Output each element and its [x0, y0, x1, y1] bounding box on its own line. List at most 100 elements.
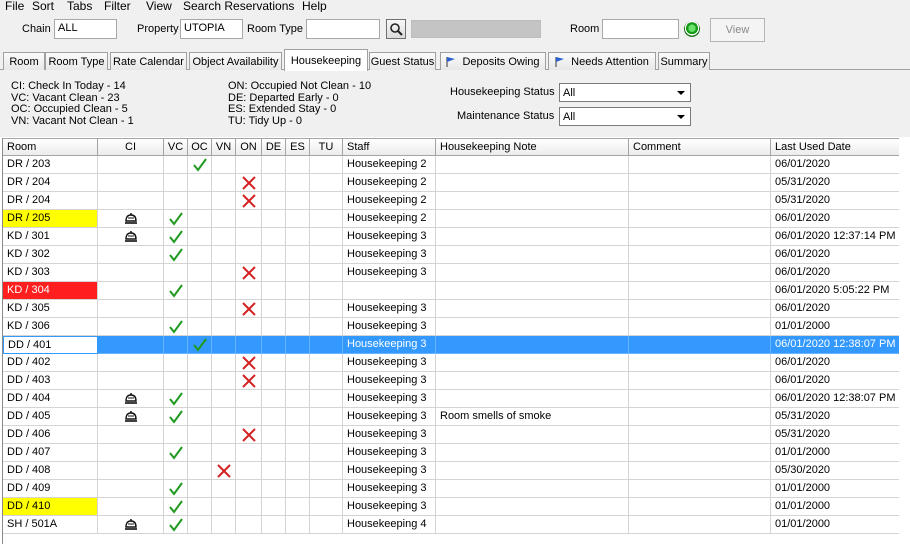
- chain-field[interactable]: ALL: [54, 19, 117, 39]
- search-icon: [390, 23, 403, 36]
- es-cell: [286, 372, 310, 390]
- tab-housekeeping[interactable]: Housekeeping: [284, 49, 368, 71]
- housekeeping-status-label: Housekeeping Status: [450, 86, 555, 98]
- oc-cell: [188, 174, 212, 192]
- table-row[interactable]: DD / 407 Housekeeping 3 01/01/2000: [3, 444, 899, 462]
- vn-cell: [212, 462, 236, 480]
- staff-cell: Housekeeping 3: [343, 480, 436, 498]
- room-cell: DR / 203: [3, 156, 98, 174]
- table-row[interactable]: SH / 501A Housekeeping 4 01/01/2000: [3, 516, 899, 534]
- column-header-vc[interactable]: VC: [164, 138, 188, 156]
- staff-cell: [343, 282, 436, 300]
- table-row[interactable]: DR / 205 Housekeeping 2 06/01/2020: [3, 210, 899, 228]
- es-cell: [286, 246, 310, 264]
- comment-cell: [629, 480, 771, 498]
- table-row[interactable]: KD / 303 Housekeeping 3 06/01/2020: [3, 264, 899, 282]
- tab-needs-attention[interactable]: Needs Attention: [548, 52, 656, 70]
- room-type-field[interactable]: [306, 19, 380, 39]
- tu-cell: [310, 390, 343, 408]
- ci-cell: [98, 264, 164, 282]
- table-row[interactable]: DD / 409 Housekeeping 3 01/01/2000: [3, 480, 899, 498]
- housekeeping-note-cell: [436, 444, 629, 462]
- menu-item-file[interactable]: File: [5, 0, 24, 12]
- tab-object-availability[interactable]: Object Availability: [189, 52, 282, 70]
- room-cell: KD / 303: [3, 264, 98, 282]
- staff-cell: Housekeeping 3: [343, 228, 436, 246]
- column-header-staff[interactable]: Staff: [343, 138, 436, 156]
- column-header-tu[interactable]: TU: [310, 138, 343, 156]
- table-row[interactable]: DD / 408 Housekeeping 3 05/30/2020: [3, 462, 899, 480]
- column-header-vn[interactable]: VN: [212, 138, 236, 156]
- column-header-comment[interactable]: Comment: [629, 138, 771, 156]
- column-header-last-used-date[interactable]: Last Used Date: [771, 138, 899, 156]
- table-row[interactable]: KD / 301 Housekeeping 3 06/01/2020 12:37:1…: [3, 228, 899, 246]
- search-button[interactable]: [386, 19, 406, 39]
- table-row[interactable]: DD / 405 Housekeeping 3 Room smells of smo…: [3, 408, 899, 426]
- menu-item-filter[interactable]: Filter: [104, 0, 131, 12]
- tab-guest-status[interactable]: Guest Status: [369, 52, 436, 70]
- maintenance-status-select[interactable]: All: [559, 107, 691, 126]
- property-field[interactable]: UTOPIA: [180, 19, 243, 39]
- table-row[interactable]: KD / 304 06/01/2020 5:05:22 PM: [3, 282, 899, 300]
- room-cell: DR / 204: [3, 192, 98, 210]
- tu-cell: [310, 372, 343, 390]
- vn-cell: [212, 480, 236, 498]
- check-icon: [192, 157, 207, 172]
- tab-room-type[interactable]: Room Type: [45, 52, 108, 70]
- vc-cell: [164, 462, 188, 480]
- table-row[interactable]: DD / 401 Housekeeping 3 06/01/2020 12:38:0…: [3, 336, 899, 354]
- menu-item-help[interactable]: Help: [302, 0, 327, 12]
- tab-rate-calendar[interactable]: Rate Calendar: [110, 52, 187, 70]
- housekeeping-note-cell: [436, 462, 629, 480]
- check-icon: [168, 499, 183, 514]
- vc-cell: [164, 282, 188, 300]
- on-cell: [236, 390, 262, 408]
- room-cell: KD / 305: [3, 300, 98, 318]
- table-row[interactable]: KD / 306 Housekeeping 3 01/01/2000: [3, 318, 899, 336]
- menu-item-sort[interactable]: Sort: [32, 0, 54, 12]
- legend-item: OC: Occupied Clean - 5: [11, 103, 128, 115]
- tab-room[interactable]: Room: [3, 52, 45, 70]
- column-header-on[interactable]: ON: [236, 138, 262, 156]
- menu-item-view[interactable]: View: [146, 0, 172, 12]
- cross-icon: [241, 355, 256, 370]
- housekeeping-grid[interactable]: Room CI VC OC VN ON DE ES TU Staff Housekeeping No…: [2, 138, 899, 544]
- tu-cell: [310, 228, 343, 246]
- status-field: [411, 20, 541, 38]
- room-field[interactable]: [602, 19, 679, 39]
- table-row[interactable]: DR / 203 Housekeeping 2 06/01/2020: [3, 156, 899, 174]
- column-header-room[interactable]: Room: [3, 138, 98, 156]
- column-header-oc[interactable]: OC: [188, 138, 212, 156]
- vc-cell: [164, 516, 188, 534]
- staff-cell: Housekeeping 3: [343, 354, 436, 372]
- menu-item-search-reservations[interactable]: Search Reservations: [183, 0, 294, 12]
- table-row[interactable]: KD / 302 Housekeeping 3 06/01/2020: [3, 246, 899, 264]
- column-header-de[interactable]: DE: [262, 138, 286, 156]
- column-header-es[interactable]: ES: [286, 138, 310, 156]
- comment-cell: [629, 336, 771, 354]
- legend-item: CI: Check In Today - 14: [11, 80, 126, 92]
- tu-cell: [310, 444, 343, 462]
- column-header-ci[interactable]: CI: [98, 138, 164, 156]
- menu-item-tabs[interactable]: Tabs: [67, 0, 92, 12]
- on-cell: [236, 444, 262, 462]
- tab-summary[interactable]: Summary: [658, 52, 710, 70]
- table-row[interactable]: DR / 204 Housekeeping 2 05/31/2020: [3, 174, 899, 192]
- table-row[interactable]: DD / 402 Housekeeping 3 06/01/2020: [3, 354, 899, 372]
- oc-cell: [188, 192, 212, 210]
- ci-cell: [98, 210, 164, 228]
- housekeeping-status-select[interactable]: All: [559, 83, 691, 102]
- oc-cell: [188, 426, 212, 444]
- table-row[interactable]: DR / 204 Housekeeping 2 05/31/2020: [3, 192, 899, 210]
- table-row[interactable]: DD / 410 Housekeeping 3 01/01/2000: [3, 498, 899, 516]
- column-header-housekeeping-note[interactable]: Housekeeping Note: [436, 138, 629, 156]
- table-row[interactable]: DD / 404 Housekeeping 3 06/01/2020 12:38:0…: [3, 390, 899, 408]
- view-button[interactable]: View: [710, 18, 765, 42]
- go-icon[interactable]: [684, 21, 700, 37]
- room-cell: DR / 204: [3, 174, 98, 192]
- table-row[interactable]: DD / 403 Housekeeping 3 06/01/2020: [3, 372, 899, 390]
- table-row[interactable]: DD / 406 Housekeeping 3 05/31/2020: [3, 426, 899, 444]
- table-row[interactable]: KD / 305 Housekeeping 3 06/01/2020: [3, 300, 899, 318]
- tab-deposits-owing[interactable]: Deposits Owing: [440, 52, 546, 70]
- oc-cell: [188, 498, 212, 516]
